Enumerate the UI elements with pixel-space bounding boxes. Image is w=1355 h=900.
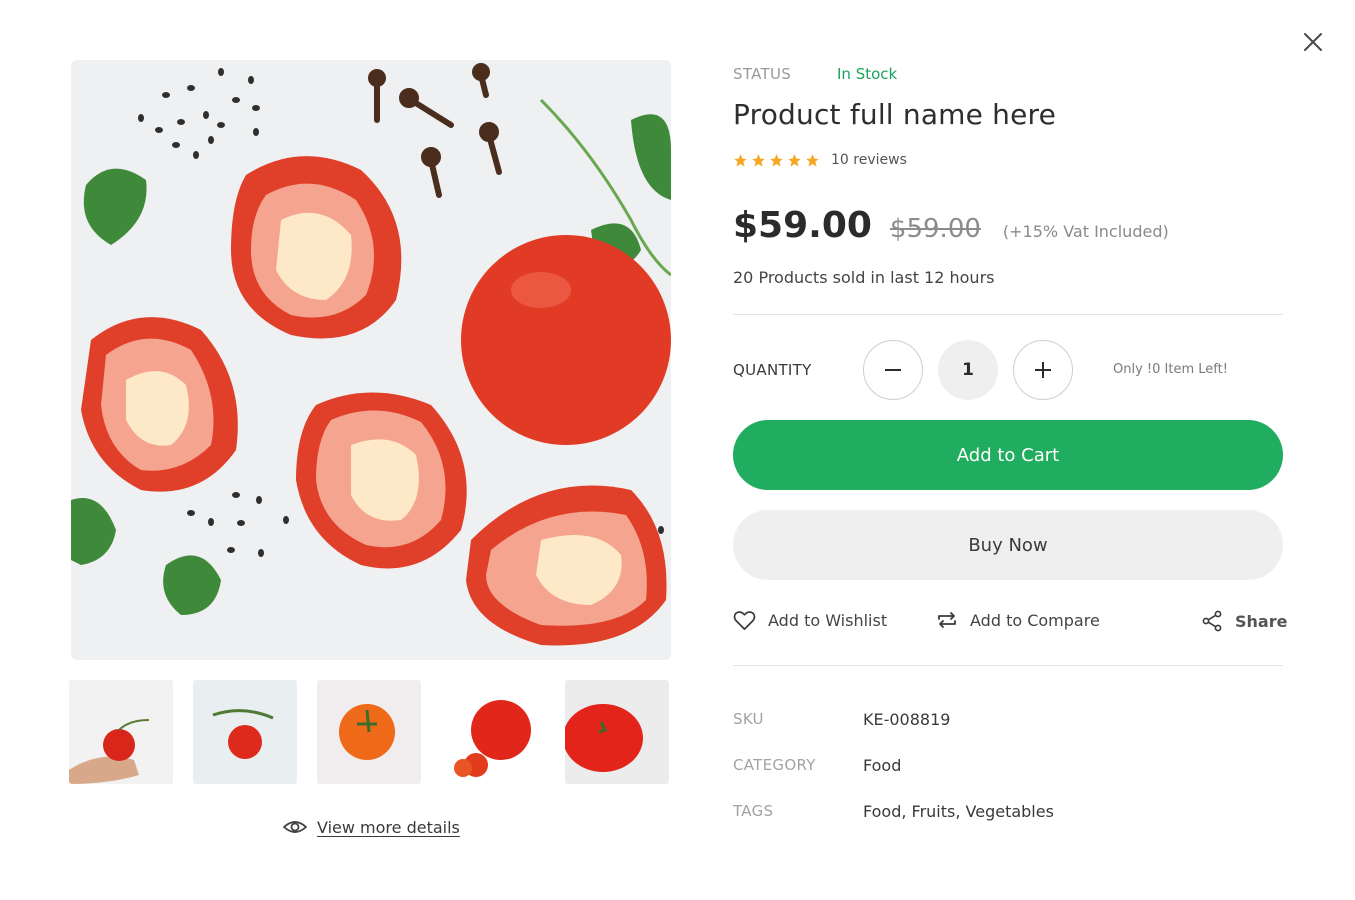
buy-now-button[interactable]: Buy Now (733, 510, 1283, 580)
quantity-label: QUANTITY (733, 361, 812, 379)
quantity-value[interactable]: 1 (938, 340, 998, 400)
action-links: Add to Wishlist Add to Compare Share (733, 610, 1287, 636)
add-to-compare-link[interactable]: Add to Compare (936, 610, 1100, 630)
heart-icon (733, 611, 756, 630)
minus-icon (885, 369, 901, 371)
add-to-wishlist-link[interactable]: Add to Wishlist (733, 610, 887, 631)
thumbnail-2[interactable] (193, 680, 297, 784)
close-icon (1304, 33, 1322, 51)
rating: 10 reviews (733, 152, 907, 168)
product-title: Product full name here (733, 98, 1057, 131)
thumbnail-strip (69, 680, 669, 784)
product-main-image[interactable] (71, 60, 671, 660)
divider (733, 314, 1283, 315)
star-icon (770, 153, 783, 166)
add-to-cart-button[interactable]: Add to Cart (733, 420, 1283, 490)
view-more-label: View more details (317, 817, 460, 837)
thumbnail-4[interactable] (441, 680, 545, 784)
reviews-count[interactable]: 10 reviews (831, 152, 907, 168)
status-row: STATUS In Stock (733, 60, 1283, 88)
tags-label: TAGS (733, 802, 774, 820)
divider (733, 665, 1283, 666)
compare-label: Add to Compare (970, 610, 1100, 630)
eye-icon (283, 821, 307, 833)
product-info-panel: STATUS In Stock Product full name here 1… (733, 60, 1287, 821)
category-value[interactable]: Food (863, 756, 901, 775)
share-icon (1202, 610, 1222, 632)
increase-quantity-button[interactable] (1013, 340, 1073, 400)
plus-icon (1035, 362, 1051, 378)
status-label: STATUS (733, 65, 792, 83)
close-button[interactable] (1298, 27, 1328, 57)
category-label: CATEGORY (733, 756, 816, 774)
status-badge: In Stock (837, 65, 898, 83)
quantity-stepper: QUANTITY 1 Only !0 Item Left! (733, 340, 1283, 400)
thumbnail-1[interactable] (69, 680, 173, 784)
thumbnail-3[interactable] (317, 680, 421, 784)
current-price: $59.00 (733, 205, 872, 246)
stock-note: Only !0 Item Left! (1113, 362, 1228, 377)
vat-note: (+15% Vat Included) (1002, 222, 1169, 241)
price-row: $59.00 $59.00 (+15% Vat Included) (733, 205, 1169, 246)
star-icon (734, 153, 747, 166)
tags-value[interactable]: Food, Fruits, Vegetables (863, 802, 1054, 821)
thumbnail-5[interactable] (565, 680, 669, 784)
sku-value: KE-008819 (863, 710, 951, 729)
share-button[interactable]: Share (1201, 610, 1287, 632)
view-more-details-link[interactable]: View more details (283, 815, 460, 839)
star-icon (806, 153, 819, 166)
star-icon (752, 153, 765, 166)
old-price: $59.00 (889, 214, 981, 244)
compare-icon (938, 612, 956, 628)
decrease-quantity-button[interactable] (863, 340, 923, 400)
star-icon (788, 153, 801, 166)
sold-info: 20 Products sold in last 12 hours (733, 268, 995, 287)
sku-label: SKU (733, 710, 764, 728)
wishlist-label: Add to Wishlist (768, 611, 888, 630)
share-label: Share (1235, 611, 1288, 631)
